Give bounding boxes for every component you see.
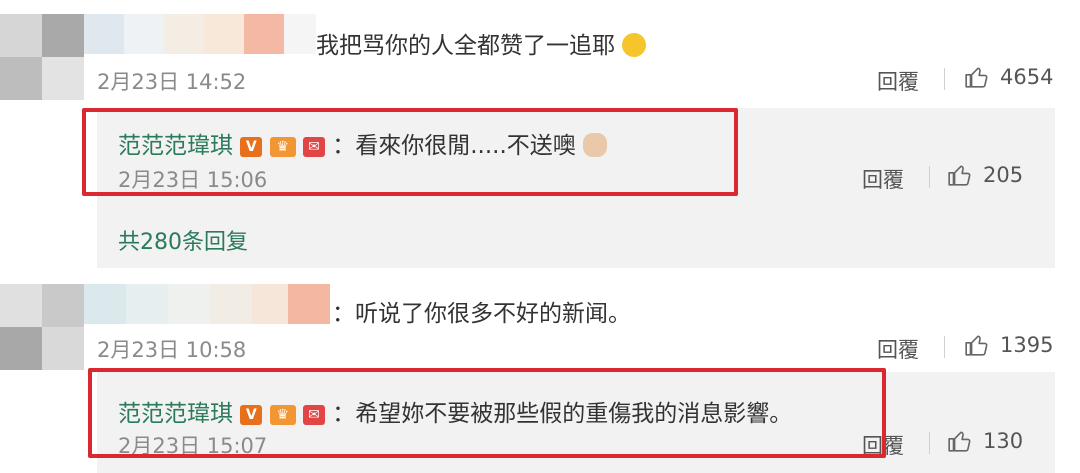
like-count: 205 [983, 163, 1024, 187]
thumbs-up-icon [948, 431, 971, 452]
highlight-box [88, 368, 886, 458]
like-button[interactable]: 130 [947, 428, 1023, 454]
divider [929, 166, 930, 188]
more-replies-link[interactable]: 共280条回复 [118, 224, 248, 256]
divider [929, 432, 930, 454]
highlight-box [82, 108, 738, 196]
grinning-face-emoji [622, 33, 647, 57]
divider [944, 336, 945, 358]
like-count: 1395 [1000, 333, 1054, 357]
like-button[interactable]: 205 [947, 162, 1023, 188]
divider [944, 68, 945, 90]
comment-text: 我把骂你的人全都赞了一追耶 [316, 26, 647, 60]
thumbs-up-icon [965, 335, 988, 356]
comment-time: 2月23日 14:52 [97, 70, 247, 94]
comment-time: 2月23日 10:58 [97, 338, 247, 362]
thumbs-up-icon [948, 165, 971, 186]
like-count: 4654 [1000, 65, 1054, 89]
avatar[interactable] [0, 14, 84, 100]
like-button[interactable]: 1395 [964, 332, 1053, 358]
thumbs-up-icon [965, 67, 988, 88]
username-blurred[interactable] [84, 14, 316, 54]
reply-button[interactable]: 回覆 [862, 164, 904, 194]
comment-text: ：听说了你很多不好的新闻。 [332, 301, 631, 327]
reply-button[interactable]: 回覆 [877, 66, 919, 96]
avatar[interactable] [0, 284, 84, 370]
username-blurred[interactable] [84, 284, 330, 324]
like-button[interactable]: 4654 [964, 64, 1053, 90]
like-count: 130 [983, 429, 1024, 453]
reply-button[interactable]: 回覆 [877, 334, 919, 364]
